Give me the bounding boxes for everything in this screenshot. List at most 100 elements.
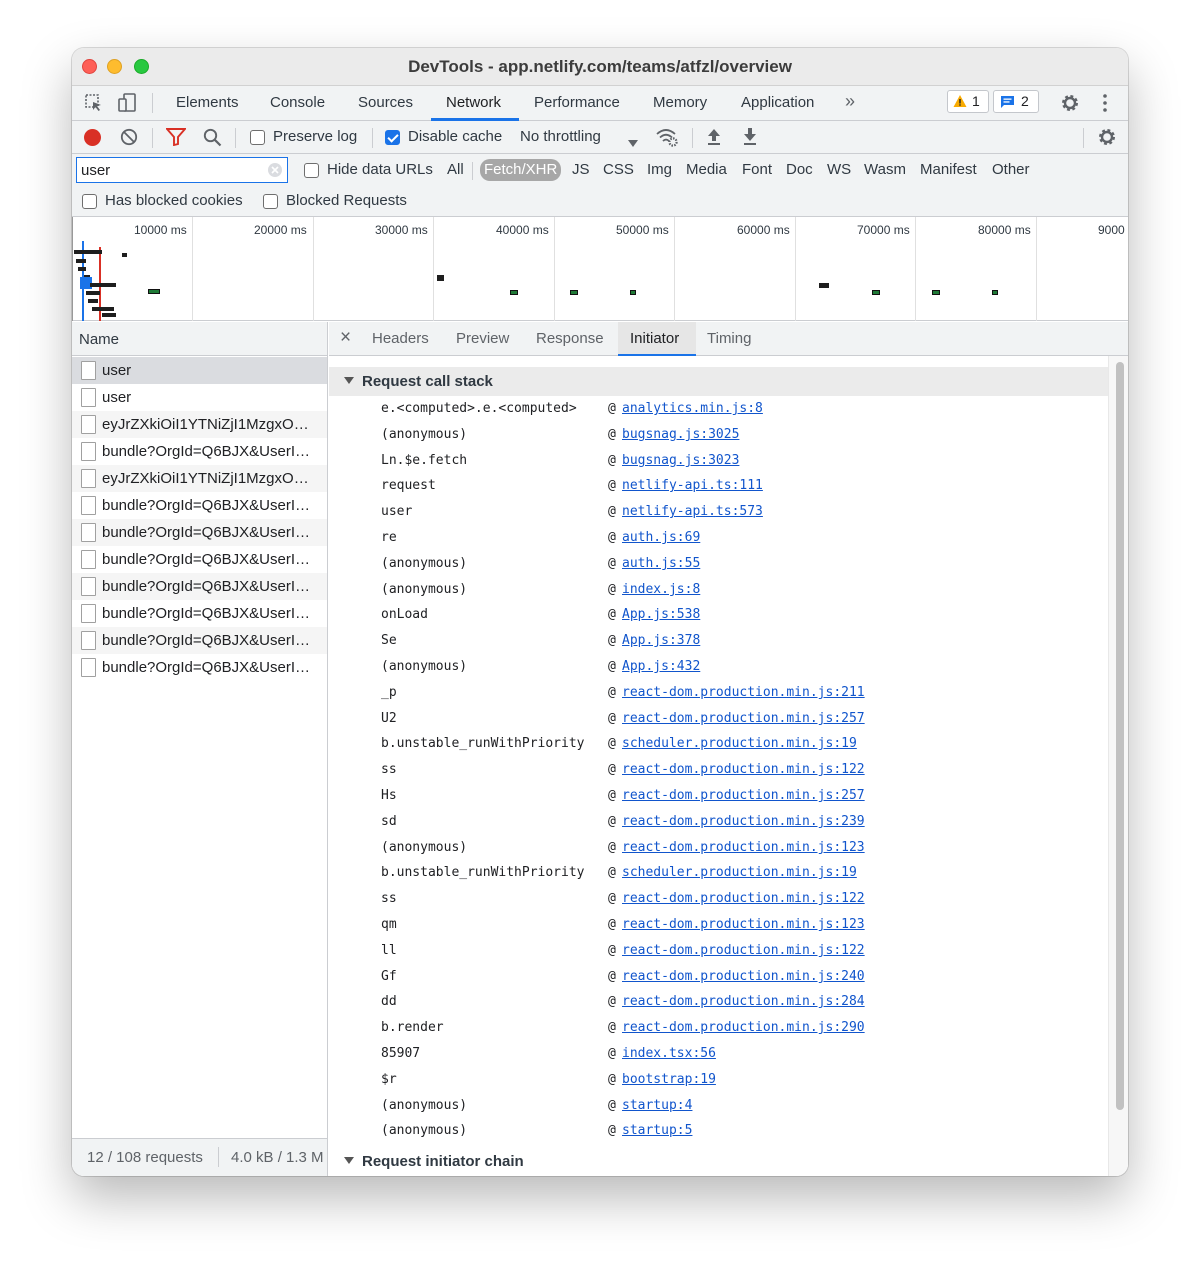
filter-type-font[interactable]: Font: [742, 161, 772, 178]
more-options-icon[interactable]: [1102, 93, 1108, 117]
filter-type-other[interactable]: Other: [992, 161, 1030, 178]
tab-initiator[interactable]: Initiator: [630, 330, 679, 347]
request-call-stack-header[interactable]: Request call stack: [329, 367, 1108, 396]
inspect-element-icon[interactable]: [84, 93, 104, 117]
frame-source-link[interactable]: react-dom.production.min.js:122: [622, 762, 865, 777]
tab-headers[interactable]: Headers: [372, 330, 429, 347]
request-row[interactable]: user: [72, 357, 327, 384]
filter-type-wasm[interactable]: Wasm: [864, 161, 906, 178]
filter-type-manifest[interactable]: Manifest: [920, 161, 977, 178]
tab-console[interactable]: Console: [270, 94, 325, 111]
device-toolbar-icon[interactable]: [118, 93, 138, 117]
name-column-header[interactable]: Name: [79, 331, 119, 348]
record-button-icon[interactable]: [83, 128, 102, 151]
request-initiator-chain-header[interactable]: Request initiator chain: [329, 1147, 1108, 1176]
frame-source-link[interactable]: react-dom.production.min.js:257: [622, 711, 865, 726]
has-blocked-cookies-checkbox[interactable]: [82, 194, 97, 209]
request-list-header[interactable]: Name: [72, 322, 327, 356]
frame-source-link[interactable]: netlify-api.ts:111: [622, 478, 763, 493]
frame-source-link[interactable]: startup:4: [622, 1098, 692, 1113]
warnings-badge[interactable]: 1: [947, 90, 989, 113]
scrollbar-thumb[interactable]: [1116, 362, 1124, 1110]
frame-source-link[interactable]: startup:5: [622, 1123, 692, 1138]
request-row[interactable]: bundle?OrgId=Q6BJX&UserI…: [72, 438, 327, 465]
settings-gear-icon[interactable]: [1060, 93, 1080, 117]
filter-type-fetch-xhr[interactable]: Fetch/XHR: [480, 159, 562, 181]
tab-elements[interactable]: Elements: [176, 94, 239, 111]
tab-network[interactable]: Network: [446, 94, 501, 111]
tab-preview[interactable]: Preview: [456, 330, 509, 347]
messages-badge[interactable]: 2: [993, 90, 1039, 113]
frame-source-link[interactable]: index.tsx:56: [622, 1046, 716, 1061]
frame-source-link[interactable]: index.js:8: [622, 582, 700, 597]
close-details-button[interactable]: ×: [340, 327, 351, 349]
frame-source-link[interactable]: react-dom.production.min.js:284: [622, 994, 865, 1009]
frame-source-link[interactable]: App.js:432: [622, 659, 700, 674]
request-row[interactable]: bundle?OrgId=Q6BJX&UserI…: [72, 600, 327, 627]
request-name: bundle?OrgId=Q6BJX&UserI…: [102, 632, 311, 649]
filter-type-doc[interactable]: Doc: [786, 161, 813, 178]
frame-source-link[interactable]: react-dom.production.min.js:239: [622, 814, 865, 829]
network-conditions-icon[interactable]: [655, 127, 679, 151]
hide-data-urls-checkbox[interactable]: [304, 163, 319, 178]
request-row[interactable]: eyJrZXkiOiI1YTNiZjI1MzgxO…: [72, 465, 327, 492]
filter-input[interactable]: user: [76, 157, 288, 183]
frame-source-link[interactable]: react-dom.production.min.js:290: [622, 1020, 865, 1035]
request-row[interactable]: bundle?OrgId=Q6BJX&UserI…: [72, 519, 327, 546]
frame-source-link[interactable]: react-dom.production.min.js:123: [622, 840, 865, 855]
filter-type-img[interactable]: Img: [647, 161, 672, 178]
disable-cache-checkbox[interactable]: [385, 130, 400, 145]
search-icon[interactable]: [203, 128, 222, 151]
frame-source-link[interactable]: react-dom.production.min.js:211: [622, 685, 865, 700]
request-row[interactable]: user: [72, 384, 327, 411]
export-har-icon[interactable]: [742, 127, 758, 150]
request-row[interactable]: eyJrZXkiOiI1YTNiZjI1MzgxO…: [72, 411, 327, 438]
blocked-requests-checkbox[interactable]: [263, 194, 278, 209]
filter-icon[interactable]: [164, 128, 188, 150]
document-icon: [81, 415, 96, 434]
frame-source-link[interactable]: react-dom.production.min.js:122: [622, 943, 865, 958]
frame-source-link[interactable]: bootstrap:19: [622, 1072, 716, 1087]
frame-source-link[interactable]: scheduler.production.min.js:19: [622, 736, 857, 751]
request-row[interactable]: bundle?OrgId=Q6BJX&UserI…: [72, 573, 327, 600]
frame-source-link[interactable]: react-dom.production.min.js:257: [622, 788, 865, 803]
filter-type-all[interactable]: All: [447, 161, 464, 178]
tab-application[interactable]: Application: [741, 94, 814, 111]
frame-source-link[interactable]: auth.js:69: [622, 530, 700, 545]
more-tabs-button[interactable]: »: [845, 91, 855, 112]
clear-input-icon[interactable]: [267, 162, 283, 182]
request-row[interactable]: bundle?OrgId=Q6BJX&UserI…: [72, 546, 327, 573]
filter-type-js[interactable]: JS: [572, 161, 590, 178]
frame-source-link[interactable]: bugsnag.js:3023: [622, 453, 739, 468]
frame-source-link[interactable]: scheduler.production.min.js:19: [622, 865, 857, 880]
tab-memory[interactable]: Memory: [653, 94, 707, 111]
panel-tabs-bar: Elements Console Sources Network Perform…: [72, 86, 1128, 121]
request-row[interactable]: bundle?OrgId=Q6BJX&UserI…: [72, 492, 327, 519]
tab-timing[interactable]: Timing: [707, 330, 751, 347]
frame-source-link[interactable]: auth.js:55: [622, 556, 700, 571]
frame-source-link[interactable]: react-dom.production.min.js:123: [622, 917, 865, 932]
frame-source-link[interactable]: App.js:538: [622, 607, 700, 622]
frame-source-link[interactable]: react-dom.production.min.js:240: [622, 969, 865, 984]
call-stack-frame: Gf @ react-dom.production.min.js:240: [329, 965, 1108, 990]
filter-type-css[interactable]: CSS: [603, 161, 634, 178]
tab-response[interactable]: Response: [536, 330, 604, 347]
network-settings-gear-icon[interactable]: [1097, 127, 1117, 151]
frame-source-link[interactable]: react-dom.production.min.js:122: [622, 891, 865, 906]
frame-source-link[interactable]: bugsnag.js:3025: [622, 427, 739, 442]
filter-type-ws[interactable]: WS: [827, 161, 851, 178]
tab-performance[interactable]: Performance: [534, 94, 620, 111]
import-har-icon[interactable]: [706, 127, 722, 150]
tab-sources[interactable]: Sources: [358, 94, 413, 111]
network-overview-timeline[interactable]: 10000 ms 20000 ms 30000 ms 40000 ms 5000…: [72, 217, 1128, 321]
frame-source-link[interactable]: analytics.min.js:8: [622, 401, 763, 416]
preserve-log-checkbox[interactable]: [250, 130, 265, 145]
frame-source-link[interactable]: App.js:378: [622, 633, 700, 648]
filter-type-media[interactable]: Media: [686, 161, 727, 178]
throttling-select[interactable]: No throttling: [520, 128, 601, 145]
frame-source-link[interactable]: netlify-api.ts:573: [622, 504, 763, 519]
request-row[interactable]: bundle?OrgId=Q6BJX&UserI…: [72, 627, 327, 654]
dropdown-arrow-icon[interactable]: [628, 134, 638, 151]
request-row[interactable]: bundle?OrgId=Q6BJX&UserI…: [72, 654, 327, 681]
clear-icon[interactable]: [120, 128, 138, 150]
